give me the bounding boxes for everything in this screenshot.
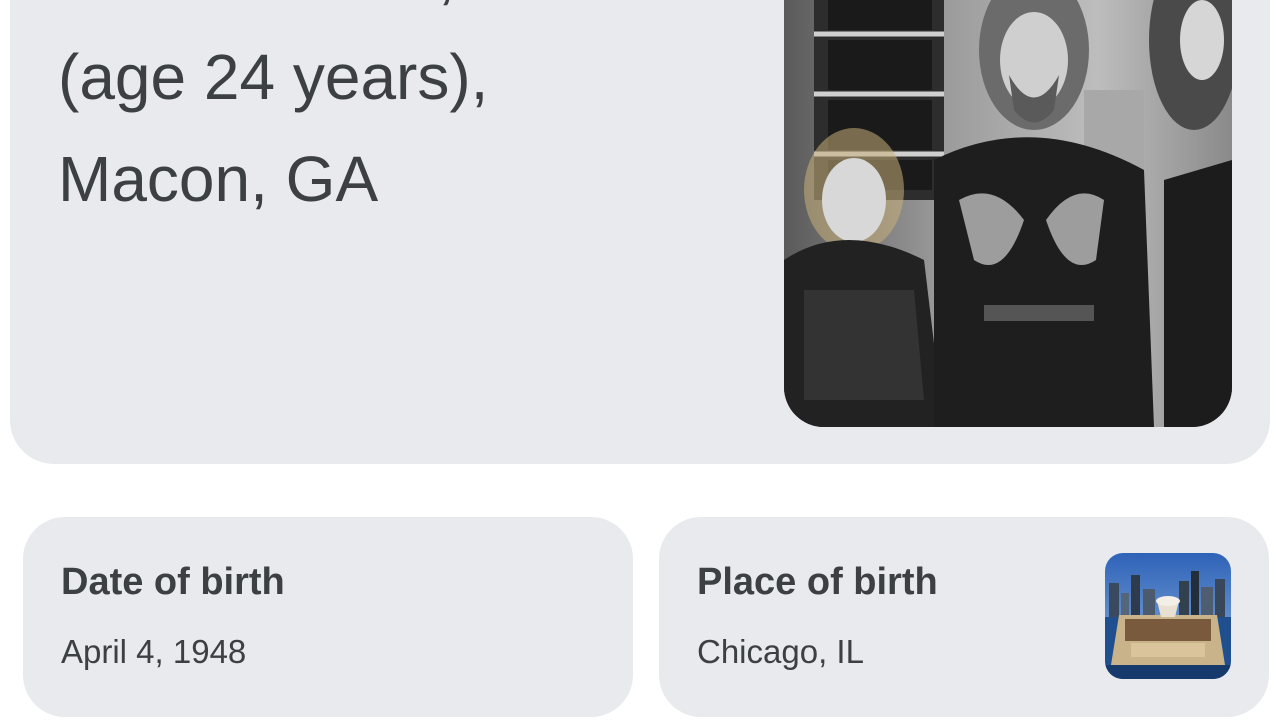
date-of-birth-label: Date of birth (61, 561, 285, 603)
knowledge-panel: November 11, 1972 (age 24 years), Macon,… (0, 0, 1280, 720)
death-details: November 11, 1972 (age 24 years), Macon,… (58, 0, 758, 230)
death-age: (age 24 years), (58, 41, 489, 113)
place-of-birth-card[interactable]: Place of birth Chicago, IL (659, 517, 1269, 717)
death-date: November 11, 1972 (58, 0, 758, 26)
date-of-birth-value: April 4, 1948 (61, 633, 247, 670)
date-of-birth-card[interactable]: Date of birth April 4, 1948 (23, 517, 633, 717)
band-photo[interactable] (784, 0, 1232, 427)
death-place: Macon, GA (58, 143, 379, 215)
place-of-birth-value: Chicago, IL (697, 633, 864, 670)
place-of-birth-label: Place of birth (697, 561, 938, 603)
city-skyline-photo[interactable] (1105, 553, 1231, 679)
